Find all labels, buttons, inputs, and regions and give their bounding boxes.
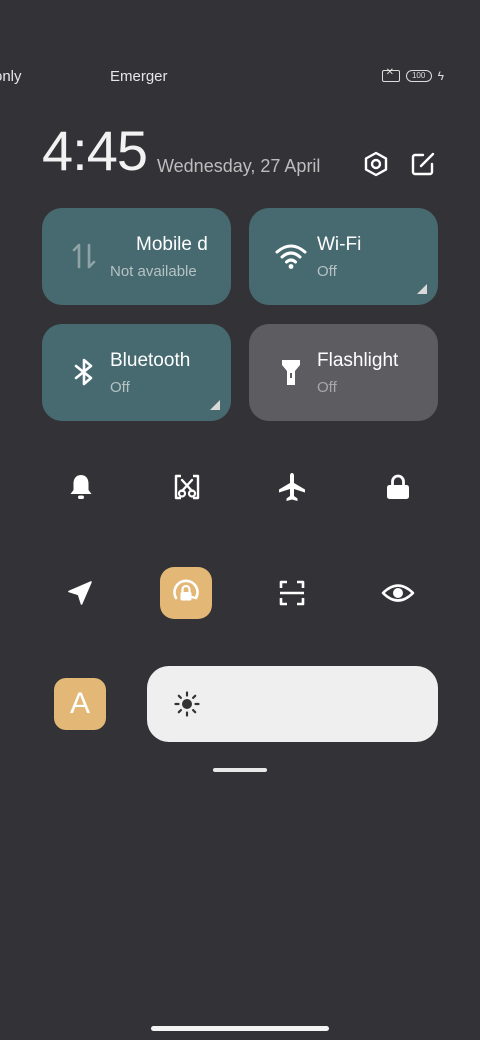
- tile-label: Bluetooth: [110, 350, 191, 371]
- tile-flashlight[interactable]: Flashlight Off: [249, 324, 438, 421]
- carrier-label-2: Emerger: [110, 68, 168, 85]
- lock-icon: [387, 474, 409, 499]
- tile-label: Flashlight: [317, 350, 399, 371]
- status-bar-indicators: 100 ϟ: [381, 66, 444, 86]
- tile-status: Not available: [110, 263, 197, 280]
- screenshot-icon: [174, 474, 200, 500]
- scanner-icon: [279, 580, 305, 606]
- edit-icon[interactable]: [409, 150, 437, 178]
- battery-icon: 100: [405, 70, 432, 82]
- no-sim-icon: [381, 67, 400, 82]
- tile-label: Mobile d: [136, 234, 208, 255]
- carrier-label-1: only: [0, 68, 22, 85]
- airplane-icon: [279, 473, 305, 501]
- rotation-lock-icon: [173, 579, 199, 601]
- toggle-reading-mode[interactable]: [372, 567, 424, 619]
- auto-brightness-button[interactable]: A: [54, 678, 106, 730]
- toggle-rotation-lock[interactable]: [160, 567, 212, 619]
- tile-status: Off: [317, 263, 337, 280]
- tile-status: Off: [110, 379, 130, 396]
- eye-icon: [381, 584, 415, 602]
- panel-drag-handle[interactable]: [213, 768, 267, 772]
- toggle-location[interactable]: [54, 567, 106, 619]
- date: Wednesday, 27 April: [157, 156, 321, 176]
- mobile-data-icon: [72, 243, 96, 269]
- location-icon: [68, 581, 92, 605]
- expand-corner-icon[interactable]: [417, 284, 427, 294]
- brightness-slider[interactable]: [147, 666, 438, 742]
- tile-status: Off: [317, 379, 337, 396]
- tile-mobile-data[interactable]: Mobile d Not available: [42, 208, 231, 305]
- toggle-scanner[interactable]: [266, 567, 318, 619]
- tile-wifi[interactable]: Wi-Fi Off: [249, 208, 438, 305]
- status-bar-carriers: only Emerger: [0, 62, 170, 92]
- toggle-airplane[interactable]: [266, 461, 318, 513]
- navigation-bar[interactable]: [151, 1026, 329, 1031]
- toggle-screenshot[interactable]: [161, 461, 213, 513]
- tile-bluetooth[interactable]: Bluetooth Off: [42, 324, 231, 421]
- sun-icon: [174, 691, 200, 717]
- wifi-icon: [275, 244, 307, 269]
- charging-bolt-icon: ϟ: [437, 69, 444, 83]
- toggle-lock-screen[interactable]: [372, 461, 424, 513]
- bell-icon: [70, 475, 92, 499]
- expand-corner-icon[interactable]: [210, 400, 220, 410]
- settings-icon[interactable]: [362, 150, 390, 178]
- tile-label: Wi-Fi: [317, 234, 362, 255]
- toggle-silent[interactable]: [55, 461, 107, 513]
- bluetooth-icon: [74, 358, 93, 386]
- clock: 4:45: [42, 119, 148, 182]
- flashlight-icon: [282, 360, 300, 385]
